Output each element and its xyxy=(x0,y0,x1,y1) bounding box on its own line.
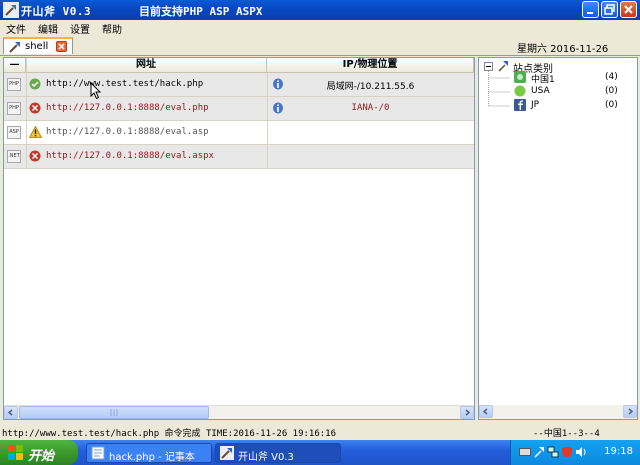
mouse-cursor-icon xyxy=(90,82,102,100)
minimize-button[interactable] xyxy=(582,1,599,18)
china-flag-icon xyxy=(514,71,526,83)
tab-strip: shell 星期六 2016-11-26 xyxy=(0,35,640,56)
jp-flag-icon xyxy=(514,99,526,111)
file-type-icon: ASP xyxy=(7,126,21,139)
horizontal-scrollbar[interactable] xyxy=(4,405,474,419)
site-category-tree: 站点类别 中国1 (4) USA (0) JP (0) xyxy=(478,57,638,420)
arrow-right-icon xyxy=(628,408,634,415)
minimize-icon xyxy=(587,12,593,14)
axe-tray-icon[interactable] xyxy=(533,446,545,458)
url-cell: http://www.test.test/hack.php xyxy=(46,79,204,89)
axe-icon xyxy=(9,42,20,53)
status-warning-icon xyxy=(29,126,42,138)
scroll-thumb[interactable] xyxy=(19,406,209,419)
column-divider xyxy=(26,58,27,169)
status-ok-icon xyxy=(29,78,41,90)
menu-help[interactable]: 帮助 xyxy=(102,21,122,36)
table-row[interactable]: PHP http://127.0.0.1:8888/eval.php IANA-… xyxy=(4,97,474,121)
tree-item-count: (4) xyxy=(605,72,618,82)
close-button[interactable] xyxy=(620,1,637,18)
column-header-url[interactable]: 网址 xyxy=(26,58,267,73)
network-icon[interactable] xyxy=(547,446,559,458)
ip-text: 局域网-/10.211.55.6 xyxy=(326,82,415,92)
file-type-icon: PHP xyxy=(7,102,21,115)
table-row[interactable]: ASP http://127.0.0.1:8888/eval.asp xyxy=(4,121,474,145)
tree-horizontal-scrollbar[interactable] xyxy=(479,405,637,419)
tab-close-icon[interactable] xyxy=(56,41,67,52)
arrow-right-icon xyxy=(465,409,471,416)
window-title-bar: 开山斧 V0.3 目前支持PHP ASP ASPX xyxy=(0,0,640,20)
tree-item-label[interactable]: USA xyxy=(531,86,550,100)
status-error-icon xyxy=(29,150,41,162)
ip-text: IANA-/0 xyxy=(351,103,390,113)
clock: 19:18 xyxy=(604,446,633,457)
restore-icon xyxy=(604,4,615,15)
url-cell: http://127.0.0.1:8888/eval.aspx xyxy=(46,151,214,161)
grip-icon xyxy=(110,409,118,416)
ip-cell xyxy=(267,145,473,168)
url-cell: http://127.0.0.1:8888/eval.asp xyxy=(46,127,209,137)
usa-flag-icon xyxy=(514,85,526,97)
scroll-right-button[interactable] xyxy=(623,405,637,418)
column-header-ip[interactable]: IP/物理位置 xyxy=(267,58,474,73)
taskbar: 开始 hack.php - 记事本 开山斧 V0.3 19:18 xyxy=(0,440,640,465)
axe-icon xyxy=(3,2,19,18)
menu-bar: 文件 编辑 设置 帮助 xyxy=(0,20,640,36)
start-label: 开始 xyxy=(28,449,55,464)
tab-label: shell xyxy=(25,41,49,52)
windows-logo-icon xyxy=(8,445,23,460)
scroll-right-button[interactable] xyxy=(460,406,474,419)
window-title: 开山斧 V0.3 xyxy=(21,5,92,18)
shield-icon[interactable] xyxy=(561,446,573,458)
table-row[interactable]: PHP http://www.test.test/hack.php 局域网-/1… xyxy=(4,73,474,97)
collapse-icon[interactable] xyxy=(484,62,493,71)
tree-item-count: (0) xyxy=(605,86,618,96)
file-type-icon: PHP xyxy=(7,78,21,91)
system-tray: 19:18 xyxy=(510,440,640,465)
taskbar-item-notepad[interactable]: hack.php - 记事本 xyxy=(86,443,212,463)
close-icon xyxy=(624,5,633,14)
file-type-icon: .NET xyxy=(7,150,21,163)
shell-list-panel: — 网址 IP/物理位置 PHP http://www.test.test/ha… xyxy=(3,57,475,420)
window-subtitle: 目前支持PHP ASP ASPX xyxy=(139,5,263,18)
tree-item-count: (0) xyxy=(605,100,618,110)
column-header-type[interactable]: — xyxy=(4,58,26,73)
arrow-left-icon xyxy=(7,409,13,416)
volume-icon[interactable] xyxy=(575,446,587,458)
table-row[interactable]: .NET http://127.0.0.1:8888/eval.aspx xyxy=(4,145,474,169)
start-button[interactable]: 开始 xyxy=(0,440,78,465)
tree-item-label[interactable]: JP xyxy=(531,100,539,114)
menu-file[interactable]: 文件 xyxy=(6,21,26,36)
scroll-left-button[interactable] xyxy=(4,406,18,419)
ip-cell: 局域网-/10.211.55.6 xyxy=(267,73,473,96)
status-bar: http://www.test.test/hack.php 命令完成 TIME:… xyxy=(0,424,640,440)
axe-icon xyxy=(220,446,234,460)
taskbar-item-label: hack.php - 记事本 xyxy=(109,452,195,463)
url-cell: http://127.0.0.1:8888/eval.php xyxy=(46,103,209,113)
taskbar-item-app[interactable]: 开山斧 V0.3 xyxy=(215,443,341,463)
date-label: 星期六 2016-11-26 xyxy=(517,44,609,55)
menu-settings[interactable]: 设置 xyxy=(70,21,90,36)
keyboard-icon[interactable] xyxy=(519,446,531,458)
ip-cell xyxy=(267,121,473,144)
notepad-icon xyxy=(91,446,105,460)
scroll-left-button[interactable] xyxy=(479,405,493,418)
tree-item-label[interactable]: 中国1 xyxy=(531,72,555,86)
menu-edit[interactable]: 编辑 xyxy=(38,21,58,36)
tab-shell[interactable]: shell xyxy=(3,37,73,54)
status-summary: --中国1--3--4 xyxy=(533,429,600,439)
maximize-button[interactable] xyxy=(601,1,618,18)
status-error-icon xyxy=(29,102,41,114)
ip-cell: IANA-/0 xyxy=(267,97,473,120)
taskbar-item-label: 开山斧 V0.3 xyxy=(238,452,294,463)
arrow-left-icon xyxy=(482,408,488,415)
status-message: http://www.test.test/hack.php 命令完成 TIME:… xyxy=(2,429,337,439)
